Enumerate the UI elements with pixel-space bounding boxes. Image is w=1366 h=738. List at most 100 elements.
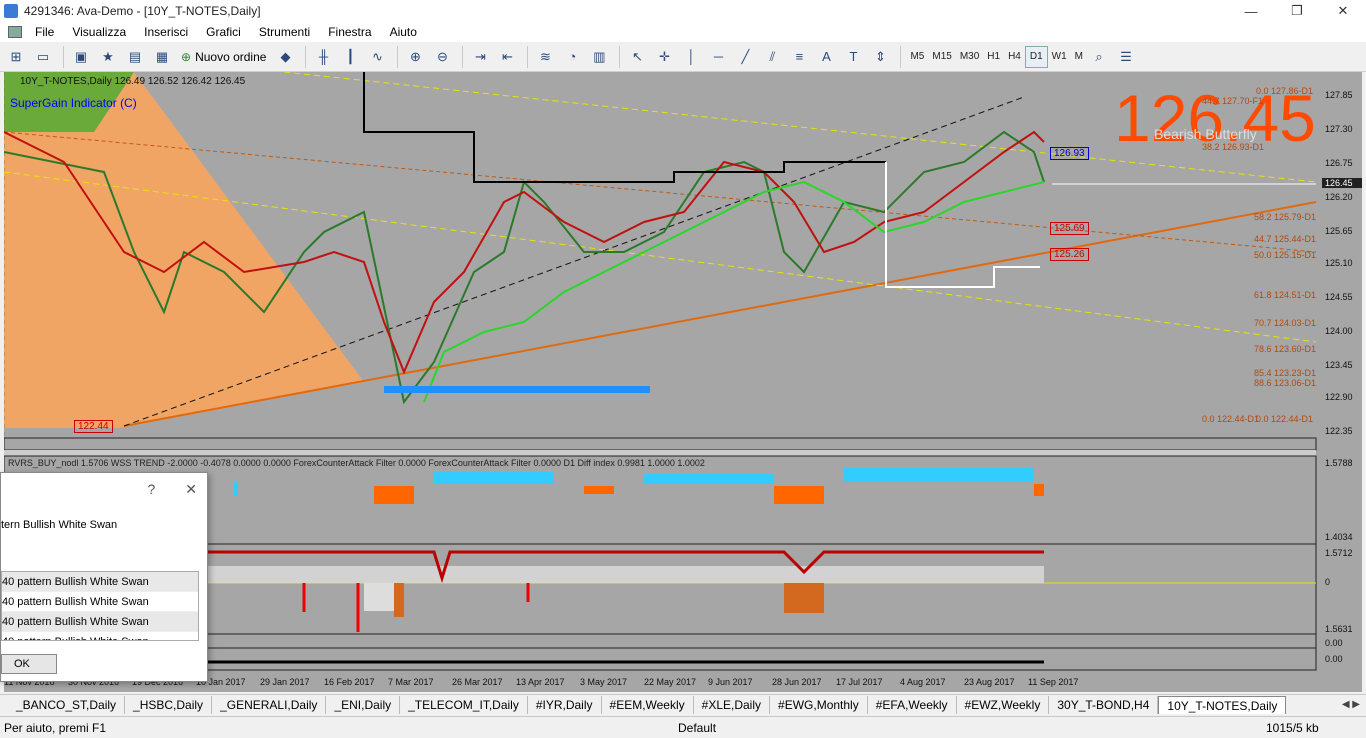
title-bar: 4291346: Ava-Demo - [10Y_T-NOTES,Daily] … <box>0 0 1366 22</box>
profiles-icon[interactable]: ▭ <box>31 46 55 68</box>
channel-icon[interactable]: ⫽ <box>760 46 784 68</box>
close-button[interactable]: ✕ <box>1320 0 1366 22</box>
timeframe-h1[interactable]: H1 <box>983 46 1004 68</box>
sub-tick: 0.00 <box>1325 638 1343 648</box>
tab-hsbc[interactable]: _HSBC,Daily <box>125 695 213 714</box>
list-item[interactable]: 40 pattern Bullish White Swan <box>2 632 198 640</box>
text-icon[interactable]: A <box>814 46 838 68</box>
hist-bar <box>1034 484 1044 496</box>
toolbar-divider <box>619 45 621 68</box>
separator-bar <box>4 450 1316 456</box>
help-button[interactable]: ? <box>147 481 155 498</box>
hist-bar <box>644 474 774 484</box>
cursor-icon[interactable]: ↖ <box>625 46 649 68</box>
navigator-icon[interactable]: ★ <box>96 46 120 68</box>
menu-file[interactable]: File <box>26 25 63 39</box>
menu-tools[interactable]: Strumenti <box>250 25 319 39</box>
tab-efa[interactable]: #EFA,Weekly <box>868 695 957 714</box>
chart-window-icon[interactable] <box>8 26 22 38</box>
timeframe-d1[interactable]: D1 <box>1024 45 1048 68</box>
date-label: 7 Mar 2017 <box>388 677 434 687</box>
search-icon[interactable]: ⌕ <box>1087 46 1111 68</box>
sub-tick: 1.5631 <box>1325 624 1353 634</box>
indicators-icon[interactable]: ≋ <box>533 46 557 68</box>
autoscroll-icon[interactable]: ⇥ <box>468 46 492 68</box>
menu-charts[interactable]: Grafici <box>197 25 250 39</box>
bar-chart-icon[interactable]: ╫ <box>311 46 335 68</box>
label-icon[interactable]: T <box>841 46 865 68</box>
terminal-icon[interactable]: ▤ <box>123 46 147 68</box>
timeframe-m15[interactable]: M15 <box>928 46 955 68</box>
menu-window[interactable]: Finestra <box>319 25 380 39</box>
date-label: 13 Apr 2017 <box>516 677 565 687</box>
tab-scroll-arrows[interactable]: ◀ ▶ <box>1342 699 1360 710</box>
hist-bar <box>394 583 404 617</box>
fibonacci-icon[interactable]: ≡ <box>787 46 811 68</box>
timeframe-m30[interactable]: M30 <box>956 46 983 68</box>
menu-view[interactable]: Visualizza <box>63 25 135 39</box>
list-item[interactable]: 40 pattern Bullish White Swan <box>2 612 198 632</box>
arrows-icon[interactable]: ⇕ <box>868 46 892 68</box>
zone-bar <box>384 386 650 393</box>
new-order-icon: ⊕ <box>181 49 192 64</box>
horizontal-line-icon[interactable]: ─ <box>706 46 730 68</box>
app-icon <box>4 4 18 18</box>
toolbar-divider <box>63 45 64 68</box>
price-tick: 125.10 <box>1325 258 1353 268</box>
fib-label: 88.6 123.06-D1 <box>1254 378 1317 388</box>
vertical-line-icon[interactable]: │ <box>679 46 703 68</box>
alert-message: tern Bullish White Swan <box>1 519 118 531</box>
tester-icon[interactable]: ▦ <box>150 46 174 68</box>
zoom-in-icon[interactable]: ⊕ <box>403 46 427 68</box>
zoom-out-icon[interactable]: ⊖ <box>430 46 454 68</box>
fib-label: 0.0 122.44-D1 <box>1202 414 1260 424</box>
templates-icon[interactable]: ▥ <box>587 46 611 68</box>
list-icon[interactable]: ☰ <box>1114 46 1138 68</box>
maximize-button[interactable]: ❐ <box>1274 0 1320 22</box>
periods-icon[interactable]: ◔ <box>560 46 584 68</box>
tab-iyr[interactable]: #IYR,Daily <box>528 695 602 714</box>
price-tick: 127.85 <box>1325 90 1353 100</box>
tab-eem[interactable]: #EEM,Weekly <box>602 695 694 714</box>
tab-30y-t-bond[interactable]: 30Y_T-BOND,H4 <box>1049 695 1159 714</box>
tab-eni[interactable]: _ENI,Daily <box>326 695 401 714</box>
timeframe-mn[interactable]: M <box>1071 46 1087 68</box>
tab-generali[interactable]: _GENERALI,Daily <box>212 695 327 714</box>
menu-help[interactable]: Aiuto <box>381 25 426 39</box>
autotrading-icon[interactable]: ◆ <box>273 46 297 68</box>
sub-tick: 0 <box>1325 577 1331 587</box>
minimize-button[interactable]: — <box>1228 0 1274 22</box>
ok-button[interactable]: OK <box>1 654 57 674</box>
chart-shift-icon[interactable]: ⇤ <box>495 46 519 68</box>
current-price-label: 126.45 <box>1322 178 1362 188</box>
list-item[interactable]: 40 pattern Bullish White Swan <box>2 592 198 612</box>
hist-bar <box>434 472 554 484</box>
tab-10y-t-notes[interactable]: 10Y_T-NOTES,Daily <box>1158 695 1287 714</box>
date-label: 17 Jul 2017 <box>836 677 883 687</box>
chart-tabs: _BANCO_ST,Daily _HSBC,Daily _GENERALI,Da… <box>0 694 1366 714</box>
timeframe-h4[interactable]: H4 <box>1004 46 1025 68</box>
level-label: 125.69 <box>1050 222 1089 235</box>
sub-tick: 0.00 <box>1325 654 1343 664</box>
tab-ewz[interactable]: #EWZ,Weekly <box>957 695 1050 714</box>
candlestick-icon[interactable]: ┃ <box>338 46 362 68</box>
hist-bar <box>844 468 1034 482</box>
new-chart-icon[interactable]: ⊞ <box>4 46 28 68</box>
dialog-close-button[interactable]: ✕ <box>185 481 197 498</box>
new-order-button[interactable]: ⊕ Nuovo ordine <box>177 46 270 68</box>
alert-list[interactable]: 40 pattern Bullish White Swan 40 pattern… <box>1 571 199 641</box>
crosshair-icon[interactable]: ✛ <box>652 46 676 68</box>
trendline-icon[interactable]: ╱ <box>733 46 757 68</box>
status-traffic: 1015/5 kb <box>1266 721 1319 735</box>
market-watch-icon[interactable]: ▣ <box>69 46 93 68</box>
tab-xle[interactable]: #XLE,Daily <box>694 695 771 714</box>
tab-ewg[interactable]: #EWG,Monthly <box>770 695 868 714</box>
timeframe-m5[interactable]: M5 <box>906 46 928 68</box>
menu-insert[interactable]: Inserisci <box>135 25 197 39</box>
timeframe-w1[interactable]: W1 <box>1048 46 1071 68</box>
list-item[interactable]: 40 pattern Bullish White Swan <box>2 572 198 592</box>
tab-telecom-it[interactable]: _TELECOM_IT,Daily <box>400 695 528 714</box>
line-chart-icon[interactable]: ∿ <box>365 46 389 68</box>
tab-banco-st[interactable]: _BANCO_ST,Daily <box>8 695 126 714</box>
level-label: 126.93 <box>1050 147 1089 160</box>
